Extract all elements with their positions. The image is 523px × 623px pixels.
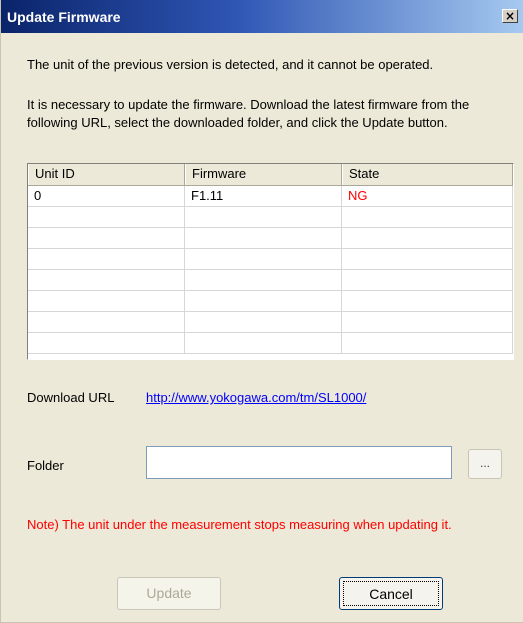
unit-table[interactable]: Unit ID Firmware State 0 F1.11 NG	[27, 163, 514, 360]
instruction-message: It is necessary to update the firmware. …	[27, 97, 470, 130]
close-button[interactable]: ×	[502, 9, 518, 23]
dialog-title: Update Firmware	[7, 9, 121, 25]
cell-unit-id: 0	[28, 186, 185, 206]
table-row-empty	[28, 312, 513, 333]
download-url-label: Download URL	[27, 390, 115, 405]
table-row-empty	[28, 270, 513, 291]
update-button[interactable]: Update	[117, 577, 221, 610]
folder-label: Folder	[27, 458, 64, 473]
update-firmware-dialog: Update Firmware × The unit of the previo…	[0, 0, 523, 623]
column-header-state[interactable]: State	[342, 164, 513, 185]
table-row-empty	[28, 291, 513, 312]
cancel-button[interactable]: Cancel	[339, 577, 443, 610]
table-row[interactable]: 0 F1.11 NG	[28, 186, 513, 207]
table-row-empty	[28, 249, 513, 270]
folder-input[interactable]	[146, 446, 452, 479]
cell-firmware: F1.11	[185, 186, 342, 206]
table-row-empty	[28, 207, 513, 228]
column-header-firmware[interactable]: Firmware	[185, 164, 342, 185]
version-message: The unit of the previous version is dete…	[27, 57, 434, 72]
table-row-empty	[28, 333, 513, 354]
cancel-button-label: Cancel	[343, 581, 439, 606]
close-icon: ×	[504, 9, 516, 23]
title-bar[interactable]: Update Firmware ×	[1, 0, 523, 33]
download-url-link[interactable]: http://www.yokogawa.com/tm/SL1000/	[146, 390, 366, 405]
column-header-unit-id[interactable]: Unit ID	[28, 164, 185, 185]
table-row-empty	[28, 228, 513, 249]
cell-state: NG	[342, 186, 513, 206]
table-header: Unit ID Firmware State	[28, 164, 513, 186]
measurement-note: Note) The unit under the measurement sto…	[27, 517, 452, 532]
browse-folder-button[interactable]: ...	[468, 449, 502, 479]
